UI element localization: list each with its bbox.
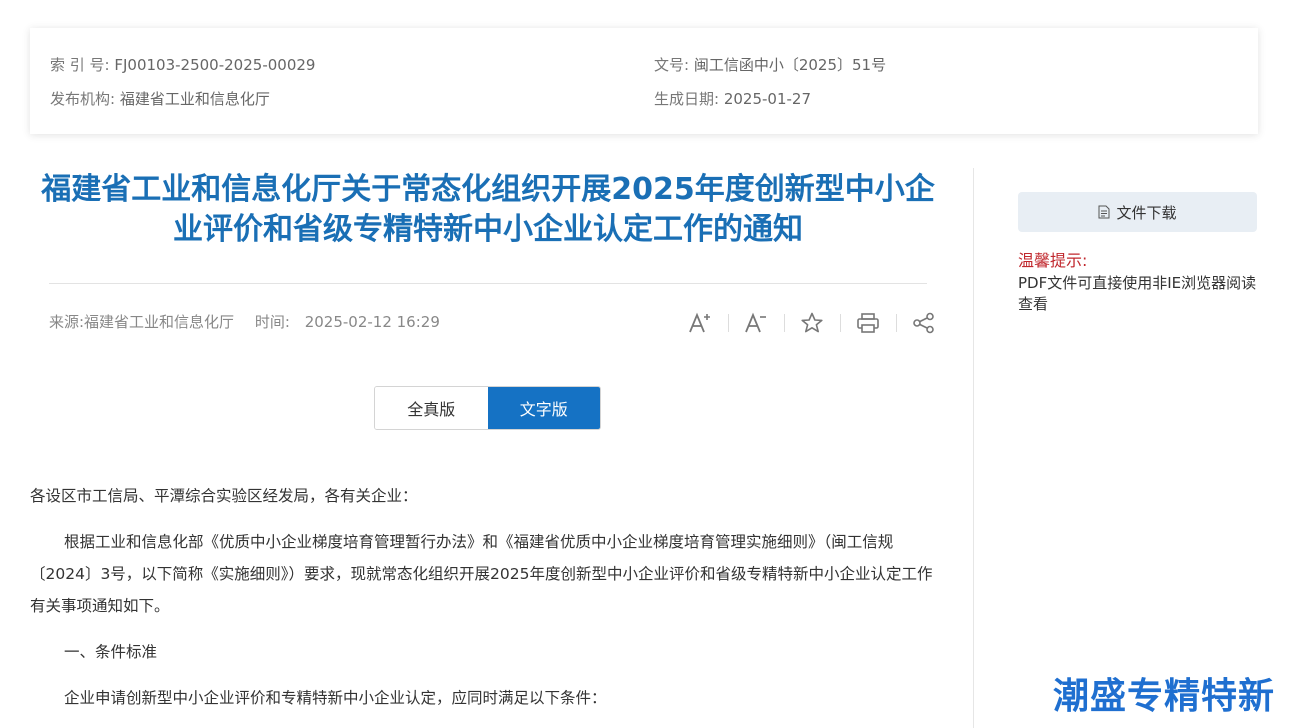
article-info-line: 来源:福建省工业和信息化厅 时间: 2025-02-12 16:29 [49,312,440,332]
star-icon[interactable] [784,308,840,338]
body-salutation: 各设区市工信局、平潭综合实验区经发局，各有关企业： [30,487,418,505]
meta-publisher-value: 福建省工业和信息化厅 [119,90,270,108]
watermark: 潮盛专精特新 [1053,676,1276,717]
meta-doc-number-label: 文号: [654,56,690,74]
title-divider [49,283,927,284]
body-section-heading: 一、条件标准 [64,643,158,661]
print-icon[interactable] [840,308,896,338]
meta-index: 索 引 号: FJ00103-2500-2025-00029 [50,55,315,75]
view-mode-switch: 全真版 文字版 [374,386,601,430]
tip-text: PDF文件可直接使用非IE浏览器阅读查看 [1018,274,1257,313]
font-increase-icon[interactable] [672,308,728,338]
article-time-label: 时间: [254,313,290,331]
meta-generated-date-value: 2025-01-27 [723,90,812,108]
article-toolbar [672,308,952,338]
file-download-button[interactable]: 文件下载 [1018,192,1257,232]
article-title: 福建省工业和信息化厅关于常态化组织开展2025年度创新型中小企业评价和省级专精特… [41,172,935,247]
body-paragraph-1: 根据工业和信息化部《优质中小企业梯度培育管理暂行办法》和《福建省优质中小企业梯度… [30,533,933,615]
meta-doc-number: 文号: 闽工信函中小〔2025〕51号 [654,55,886,75]
column-divider [973,168,974,728]
share-icon[interactable] [896,308,952,338]
tip-title: 温馨提示: [1018,251,1088,270]
article-time-value: 2025-02-12 16:29 [304,313,440,331]
meta-generated-date: 生成日期: 2025-01-27 [654,89,811,109]
font-decrease-icon[interactable] [728,308,784,338]
file-download-label: 文件下载 [1116,203,1177,222]
meta-publisher: 发布机构: 福建省工业和信息化厅 [50,89,270,109]
text-version-tab[interactable]: 文字版 [487,387,600,429]
meta-publisher-label: 发布机构: [50,90,116,108]
article-body: 各设区市工信局、平潭综合实验区经发局，各有关企业： 根据工业和信息化部《优质中小… [30,480,946,714]
meta-doc-number-value: 闽工信函中小〔2025〕51号 [693,56,887,74]
document-meta-card: 索 引 号: FJ00103-2500-2025-00029 文号: 闽工信函中… [30,28,1258,134]
meta-generated-date-label: 生成日期: [654,90,720,108]
body-paragraph-2: 企业申请创新型中小企业评价和专精特新中小企业认定，应同时满足以下条件： [64,689,607,707]
meta-index-value: FJ00103-2500-2025-00029 [114,56,316,74]
meta-index-label: 索 引 号: [50,56,110,74]
full-version-tab[interactable]: 全真版 [375,387,488,429]
document-icon [1098,205,1110,219]
article-source: 来源:福建省工业和信息化厅 [49,313,235,331]
